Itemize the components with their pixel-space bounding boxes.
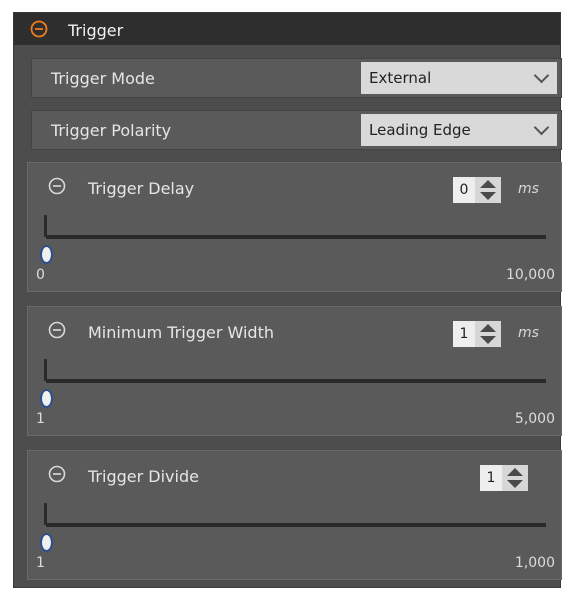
trigger-delay-section: Trigger Delay 0 ms 0 10,000 bbox=[27, 162, 562, 292]
trigger-polarity-label: Trigger Polarity bbox=[51, 121, 172, 140]
min-trigger-width-max: 5,000 bbox=[514, 411, 555, 427]
trigger-polarity-value: Leading Edge bbox=[369, 121, 471, 139]
trigger-delay-spinner[interactable]: 0 bbox=[453, 177, 503, 203]
trigger-delay-track[interactable] bbox=[46, 235, 546, 239]
min-trigger-width-spinner[interactable]: 1 bbox=[453, 321, 503, 347]
trigger-header[interactable]: Trigger bbox=[14, 13, 560, 45]
trigger-polarity-dropdown[interactable]: Leading Edge bbox=[361, 114, 557, 146]
trigger-delay-value[interactable]: 0 bbox=[453, 177, 475, 203]
collapse-circle-icon[interactable] bbox=[48, 321, 66, 339]
trigger-divide-section: Trigger Divide 1 1 1,000 bbox=[27, 450, 562, 580]
trigger-divide-thumb[interactable] bbox=[40, 533, 53, 552]
min-trigger-width-track[interactable] bbox=[46, 379, 546, 383]
collapse-circle-icon[interactable] bbox=[30, 20, 48, 38]
trigger-polarity-row: Trigger Polarity Leading Edge bbox=[31, 110, 562, 150]
min-trigger-width-unit: ms bbox=[518, 325, 539, 341]
chevron-down-icon bbox=[533, 67, 550, 84]
trigger-divide-min: 1 bbox=[36, 555, 45, 571]
min-trigger-width-thumb[interactable] bbox=[40, 389, 53, 408]
trigger-mode-value: External bbox=[369, 69, 432, 87]
trigger-delay-min: 0 bbox=[36, 267, 45, 283]
trigger-divide-max: 1,000 bbox=[514, 555, 555, 571]
spin-up-icon[interactable] bbox=[507, 468, 523, 476]
trigger-delay-thumb[interactable] bbox=[40, 245, 53, 264]
slider-tick bbox=[44, 215, 47, 237]
trigger-delay-title: Trigger Delay bbox=[88, 179, 195, 198]
min-trigger-width-min: 1 bbox=[36, 411, 45, 427]
trigger-mode-row: Trigger Mode External bbox=[31, 58, 562, 98]
collapse-circle-icon[interactable] bbox=[48, 177, 66, 195]
slider-tick bbox=[44, 359, 47, 381]
min-trigger-width-section: Minimum Trigger Width 1 ms 1 5,000 bbox=[27, 306, 562, 436]
min-trigger-width-title: Minimum Trigger Width bbox=[88, 323, 274, 342]
spin-down-icon[interactable] bbox=[480, 336, 496, 344]
spin-up-icon[interactable] bbox=[480, 324, 496, 332]
spin-up-icon[interactable] bbox=[480, 180, 496, 188]
chevron-down-icon bbox=[533, 119, 550, 136]
trigger-delay-max: 10,000 bbox=[506, 267, 555, 283]
spin-down-icon[interactable] bbox=[507, 480, 523, 488]
spin-down-icon[interactable] bbox=[480, 192, 496, 200]
spinner-arrows[interactable] bbox=[475, 177, 501, 203]
collapse-circle-icon[interactable] bbox=[48, 465, 66, 483]
trigger-divide-track[interactable] bbox=[46, 523, 546, 527]
spinner-arrows[interactable] bbox=[502, 465, 528, 491]
spinner-arrows[interactable] bbox=[475, 321, 501, 347]
trigger-divide-value[interactable]: 1 bbox=[480, 465, 502, 491]
trigger-divide-title: Trigger Divide bbox=[88, 467, 199, 486]
slider-tick bbox=[44, 503, 47, 525]
trigger-divide-spinner[interactable]: 1 bbox=[480, 465, 530, 491]
min-trigger-width-value[interactable]: 1 bbox=[453, 321, 475, 347]
trigger-mode-label: Trigger Mode bbox=[51, 69, 155, 88]
trigger-title: Trigger bbox=[68, 21, 124, 40]
trigger-mode-dropdown[interactable]: External bbox=[361, 62, 557, 94]
trigger-delay-unit: ms bbox=[518, 181, 539, 197]
trigger-panel: Trigger Trigger Mode External Trigger Po… bbox=[13, 12, 562, 588]
